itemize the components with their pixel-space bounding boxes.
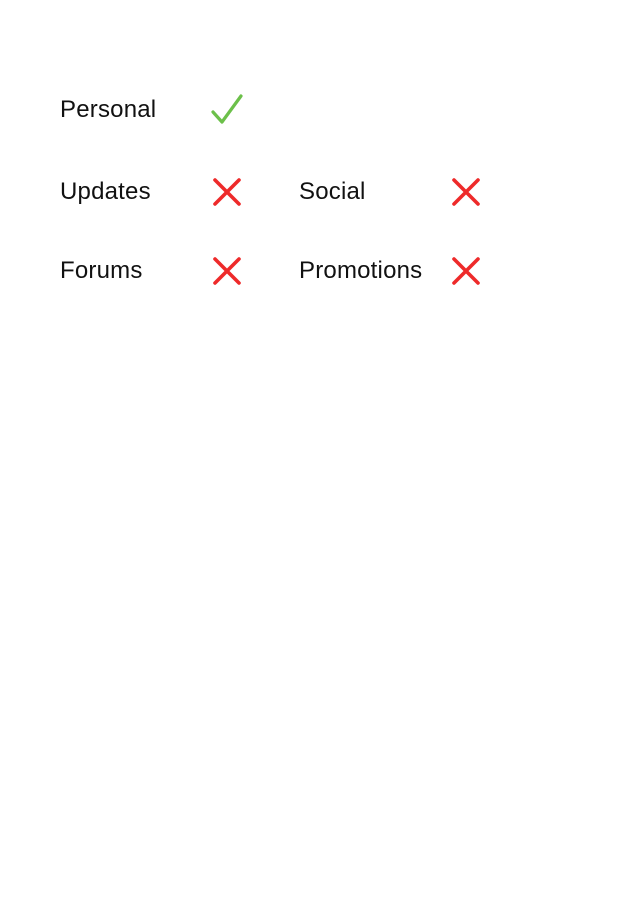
- checkmark-icon[interactable]: [210, 93, 244, 127]
- category-label-updates: Updates: [60, 178, 151, 205]
- category-promotions[interactable]: Promotions: [299, 251, 483, 291]
- category-updates[interactable]: Updates: [60, 172, 244, 212]
- category-personal[interactable]: Personal: [60, 90, 244, 130]
- category-forums[interactable]: Forums: [60, 251, 244, 291]
- cross-icon[interactable]: [449, 254, 483, 288]
- category-label-social: Social: [299, 178, 366, 205]
- cross-icon[interactable]: [210, 175, 244, 209]
- category-label-personal: Personal: [60, 96, 157, 123]
- category-social[interactable]: Social: [299, 172, 483, 212]
- category-label-forums: Forums: [60, 257, 143, 284]
- cross-icon[interactable]: [449, 175, 483, 209]
- cross-icon[interactable]: [210, 254, 244, 288]
- category-label-promotions: Promotions: [299, 257, 423, 284]
